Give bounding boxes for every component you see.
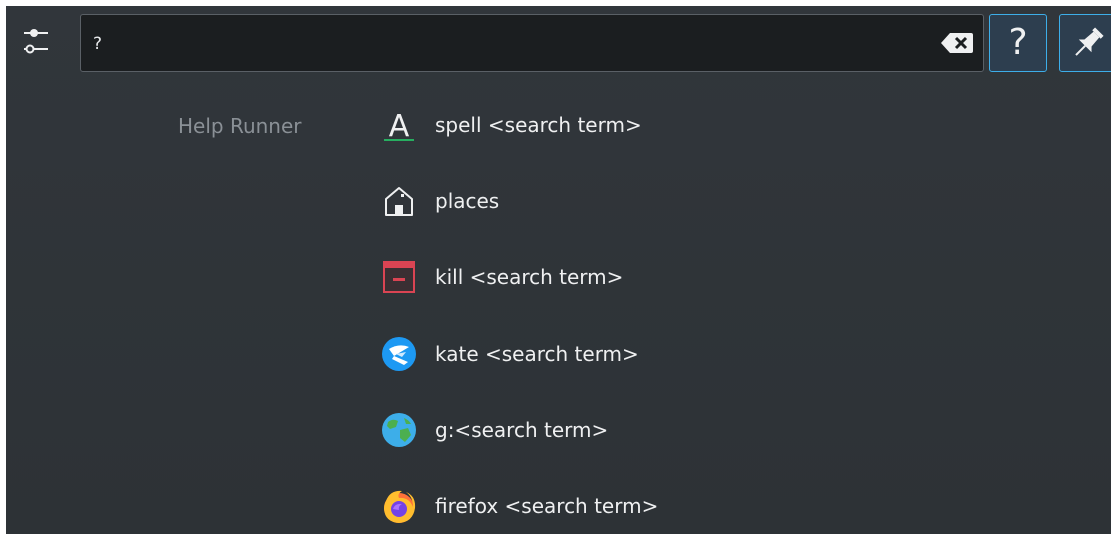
- top-bar: ?: [6, 6, 1111, 76]
- kate-editor-icon: [382, 337, 416, 371]
- result-label: kill <search term>: [435, 265, 624, 289]
- result-item-spell[interactable]: A spell <search term>: [378, 99, 1078, 151]
- settings-button[interactable]: [14, 18, 58, 62]
- search-box: [80, 14, 984, 72]
- firefox-icon: [384, 490, 416, 523]
- result-item-places[interactable]: places: [378, 175, 1078, 227]
- web-globe-icon: [382, 413, 416, 447]
- result-item-kill[interactable]: kill <search term>: [378, 251, 1078, 303]
- result-item-firefox[interactable]: firefox <search term>: [378, 480, 1078, 532]
- sliders-icon: [24, 29, 48, 54]
- pin-icon: [1075, 27, 1104, 56]
- spell-check-icon: A: [384, 109, 414, 144]
- result-item-web-search[interactable]: g:<search term>: [378, 404, 1078, 456]
- help-label: ?: [1008, 22, 1028, 63]
- kill-window-icon: [383, 261, 415, 293]
- pin-button[interactable]: [1059, 14, 1111, 72]
- help-button[interactable]: ?: [989, 14, 1047, 72]
- krunner-window: ? Help Runner A spell <search term> pla: [6, 6, 1111, 534]
- backspace-clear-icon: [941, 33, 973, 53]
- result-label: g:<search term>: [435, 418, 609, 442]
- result-item-kate[interactable]: kate <search term>: [378, 328, 1078, 380]
- result-label: kate <search term>: [435, 342, 639, 366]
- result-label: spell <search term>: [435, 113, 642, 137]
- category-help-runner: Help Runner: [178, 114, 302, 138]
- clear-search-button[interactable]: [939, 29, 975, 57]
- search-input[interactable]: [91, 23, 915, 65]
- result-label: places: [435, 189, 500, 213]
- home-folder-icon: [385, 187, 413, 216]
- svg-text:A: A: [389, 109, 410, 144]
- result-label: firefox <search term>: [435, 494, 659, 518]
